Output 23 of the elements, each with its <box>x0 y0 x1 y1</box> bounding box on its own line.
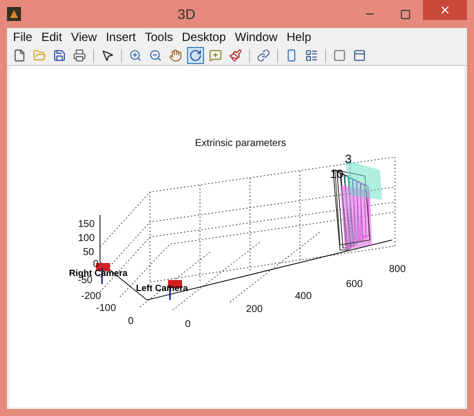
grid-index-label: 3 <box>345 153 352 165</box>
menu-item[interactable]: Desktop <box>182 28 226 46</box>
axis-tick-label: 150 <box>78 220 95 230</box>
menu-item[interactable]: View <box>71 28 97 46</box>
menu-item[interactable]: Tools <box>144 28 173 46</box>
axis-tick-label: -50 <box>78 276 92 286</box>
axis-tick-label: 0 <box>185 320 191 330</box>
axis-tick-label: -100 <box>96 304 116 314</box>
axis-tick-label: 0 <box>128 317 134 327</box>
menu-item[interactable]: Edit <box>41 28 62 46</box>
menu-item[interactable]: Help <box>286 28 312 46</box>
menu-item[interactable]: Window <box>234 28 278 46</box>
chart-title: Extrinsic parameters <box>195 137 286 151</box>
menu-item[interactable]: Insert <box>106 28 136 46</box>
window-title: 3D <box>176 4 196 24</box>
axis-tick-label: 600 <box>346 280 363 290</box>
menu-item[interactable]: File <box>13 28 32 46</box>
axis-tick-label: 50 <box>83 248 94 258</box>
axis-tick-label: -200 <box>81 292 102 302</box>
axis-tick-label: 100 <box>78 234 95 244</box>
axis-tick-label: 400 <box>295 292 312 302</box>
axis-tick-label: 800 <box>389 265 406 275</box>
axis-tick-label: 200 <box>246 305 263 315</box>
